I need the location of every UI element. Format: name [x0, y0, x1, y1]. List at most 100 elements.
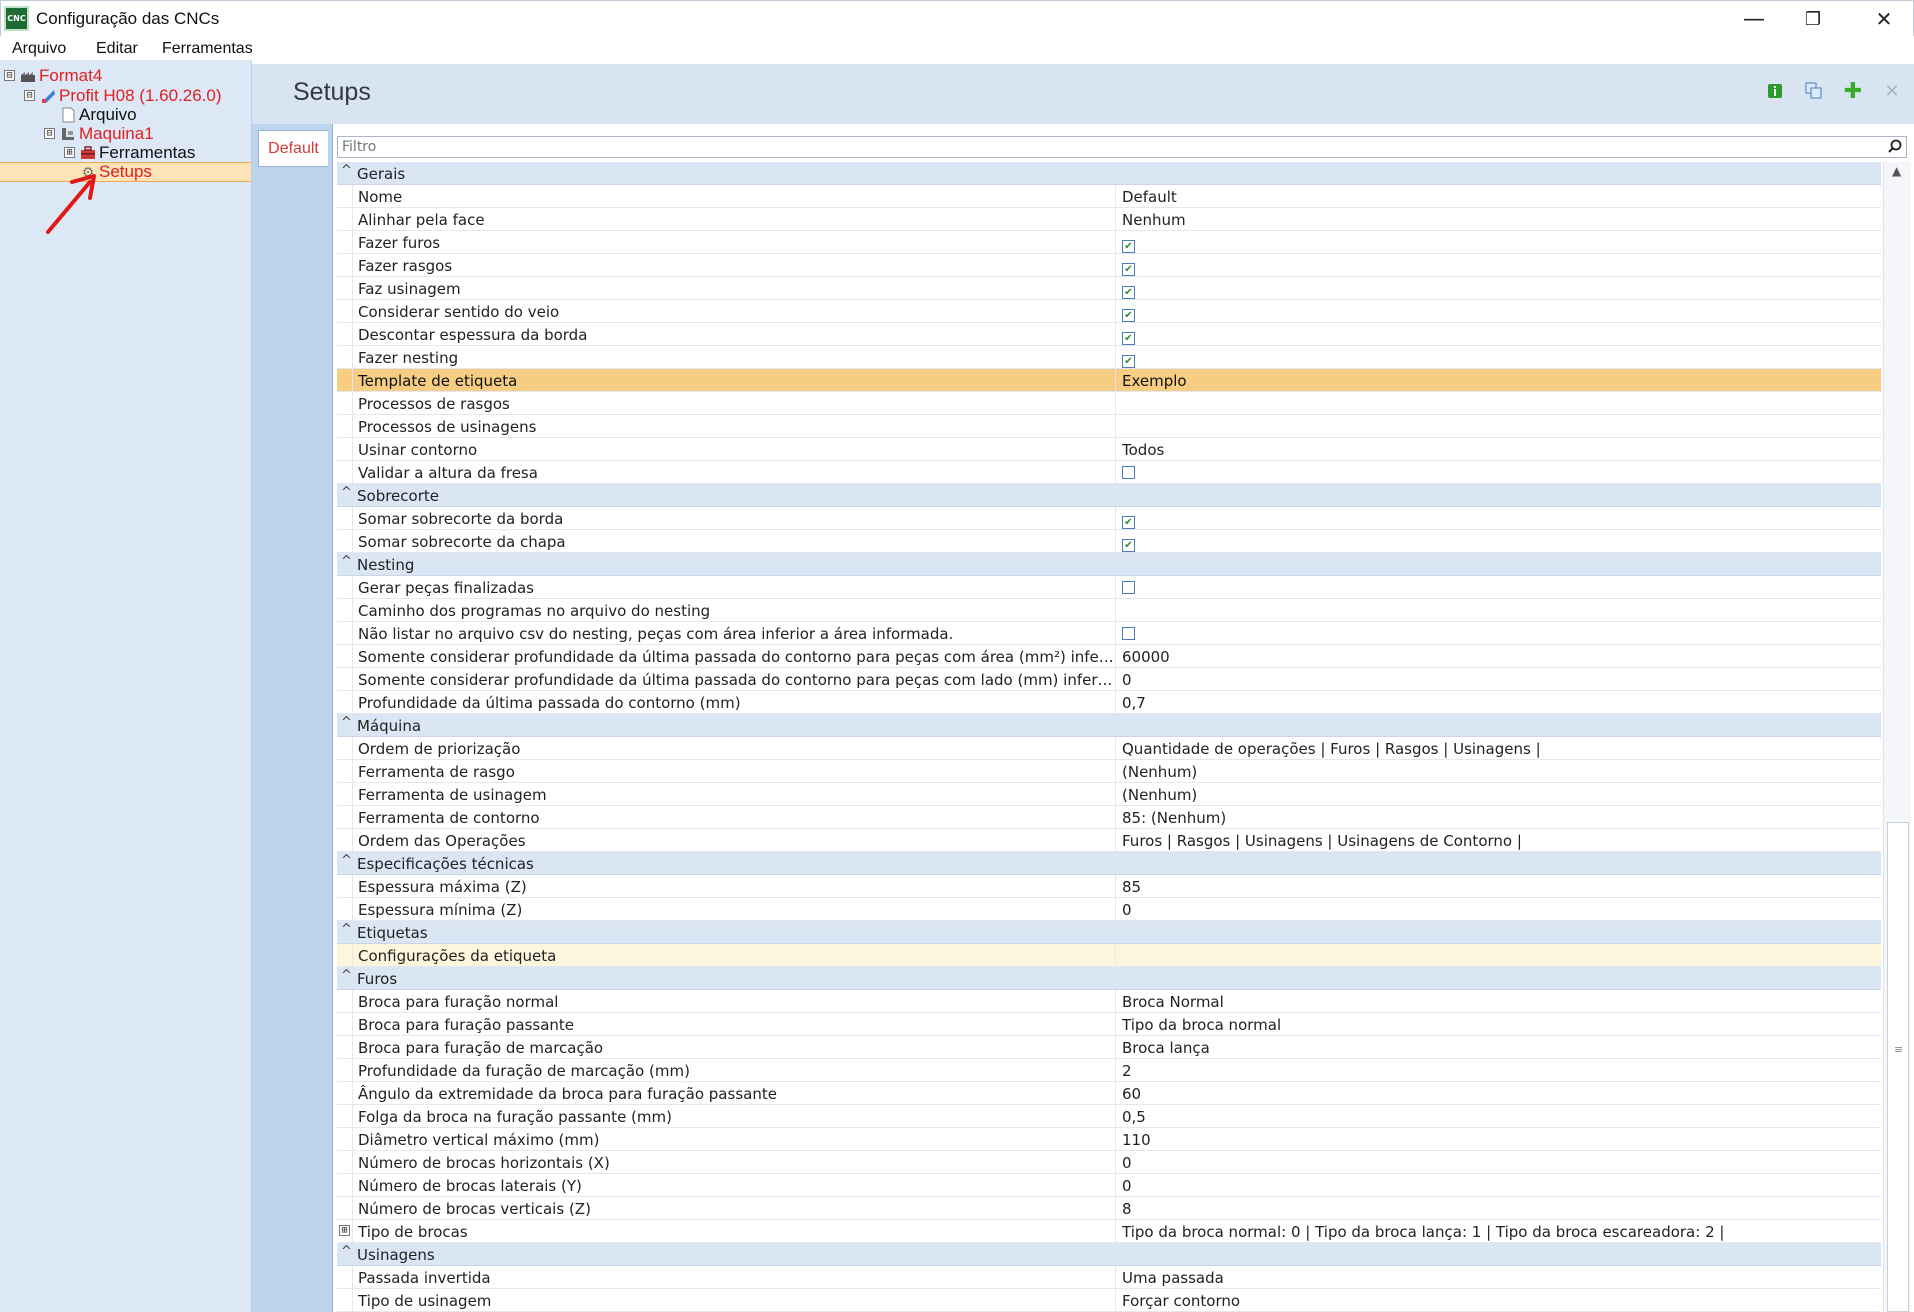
scroll-up-icon[interactable]: ▲: [1892, 164, 1901, 178]
property-row[interactable]: Broca para furação normal Broca Normal: [337, 990, 1881, 1013]
collapse-icon[interactable]: ^: [341, 485, 352, 500]
menu-ferramentas[interactable]: Ferramentas: [162, 40, 253, 58]
collapse-icon[interactable]: ^: [341, 853, 352, 868]
property-row[interactable]: Alinhar pela face Nenhum: [337, 208, 1881, 231]
property-row[interactable]: Número de brocas laterais (Y) 0: [337, 1174, 1881, 1197]
property-row[interactable]: Ferramenta de rasgo (Nenhum): [337, 760, 1881, 783]
property-value[interactable]: Nenhum: [1115, 208, 1881, 230]
property-value[interactable]: ✔: [1115, 231, 1881, 253]
checkbox-checked-icon[interactable]: ✔: [1122, 263, 1135, 276]
property-row[interactable]: Broca para furação passante Tipo da broca…: [337, 1013, 1881, 1036]
tree-node-ferramentas[interactable]: ⊞ Ferramentas: [64, 143, 195, 162]
property-row[interactable]: Fazer rasgos ✔: [337, 254, 1881, 277]
property-value[interactable]: ✔: [1115, 254, 1881, 276]
property-value[interactable]: (Nenhum): [1115, 783, 1881, 805]
property-value[interactable]: 60000: [1115, 645, 1881, 667]
checkbox-unchecked-icon[interactable]: [1122, 627, 1135, 640]
tree-node-profit[interactable]: ⊟ Profit H08 (1.60.26.0): [24, 86, 222, 105]
property-value[interactable]: Exemplo: [1115, 369, 1881, 391]
category-row[interactable]: ^ Gerais: [337, 162, 1881, 185]
property-value[interactable]: Forçar contorno: [1115, 1289, 1881, 1311]
checkbox-checked-icon[interactable]: ✔: [1122, 286, 1135, 299]
property-value[interactable]: 0: [1115, 668, 1881, 690]
property-row[interactable]: Broca para furação de marcação Broca lanç…: [337, 1036, 1881, 1059]
property-row[interactable]: Ferramenta de contorno 85: (Nenhum): [337, 806, 1881, 829]
property-value[interactable]: [1115, 461, 1881, 483]
collapse-icon[interactable]: ^: [341, 554, 352, 569]
menu-arquivo[interactable]: Arquivo: [12, 40, 66, 58]
property-value[interactable]: 0,7: [1115, 691, 1881, 713]
property-row[interactable]: Validar a altura da fresa: [337, 461, 1881, 484]
collapse-icon[interactable]: ⊟: [4, 70, 15, 81]
property-row[interactable]: Descontar espessura da borda ✔: [337, 323, 1881, 346]
checkbox-checked-icon[interactable]: ✔: [1122, 332, 1135, 345]
property-value[interactable]: 0: [1115, 1151, 1881, 1173]
property-row[interactable]: Espessura mínima (Z) 0: [337, 898, 1881, 921]
property-value[interactable]: 0: [1115, 898, 1881, 920]
property-value[interactable]: [1115, 415, 1881, 437]
property-value[interactable]: ✔: [1115, 346, 1881, 368]
collapse-icon[interactable]: ^: [341, 922, 352, 937]
category-row[interactable]: ^ Nesting: [337, 553, 1881, 576]
property-row[interactable]: Somente considerar profundidade da últim…: [337, 668, 1881, 691]
tree-node-maquina1[interactable]: ⊟ Maquina1: [44, 124, 154, 143]
property-row[interactable]: Ordem das Operações Furos | Rasgos | Usin…: [337, 829, 1881, 852]
property-value[interactable]: ✔: [1115, 300, 1881, 322]
collapse-icon[interactable]: ^: [341, 1244, 352, 1259]
property-value[interactable]: 85: [1115, 875, 1881, 897]
property-row[interactable]: Número de brocas horizontais (X) 0: [337, 1151, 1881, 1174]
expand-icon[interactable]: ⊞: [64, 147, 75, 158]
category-row[interactable]: ^ Máquina: [337, 714, 1881, 737]
property-row[interactable]: Folga da broca na furação passante (mm) 0…: [337, 1105, 1881, 1128]
collapse-icon[interactable]: ^: [341, 163, 352, 178]
collapse-icon[interactable]: ⊟: [24, 90, 35, 101]
collapse-icon[interactable]: ⊟: [44, 128, 55, 139]
property-row[interactable]: Profundidade da última passada do contor…: [337, 691, 1881, 714]
property-row[interactable]: Fazer furos ✔: [337, 231, 1881, 254]
checkbox-checked-icon[interactable]: ✔: [1122, 516, 1135, 529]
property-value[interactable]: 60: [1115, 1082, 1881, 1104]
tree-node-setups[interactable]: ⚙ Setups: [0, 162, 251, 182]
property-row[interactable]: Faz usinagem ✔: [337, 277, 1881, 300]
property-row[interactable]: Fazer nesting ✔: [337, 346, 1881, 369]
property-value[interactable]: [1115, 392, 1881, 414]
menu-editar[interactable]: Editar: [96, 40, 138, 58]
property-value[interactable]: ✔: [1115, 507, 1881, 529]
tree-node-format4[interactable]: ⊟ Format4: [4, 66, 102, 85]
info-icon[interactable]: [1766, 82, 1784, 100]
property-row[interactable]: Número de brocas verticais (Z) 8: [337, 1197, 1881, 1220]
scrollbar-thumb[interactable]: ≡: [1887, 822, 1909, 1312]
category-row[interactable]: ^ Especificações técnicas: [337, 852, 1881, 875]
property-row[interactable]: Template de etiqueta Exemplo: [337, 369, 1881, 392]
property-value[interactable]: ✔: [1115, 323, 1881, 345]
checkbox-checked-icon[interactable]: ✔: [1122, 539, 1135, 552]
property-row[interactable]: Espessura máxima (Z) 85: [337, 875, 1881, 898]
property-row[interactable]: Profundidade da furação de marcação (mm)…: [337, 1059, 1881, 1082]
minimize-button[interactable]: —: [1724, 1, 1784, 37]
property-row[interactable]: Diâmetro vertical máximo (mm) 110: [337, 1128, 1881, 1151]
property-value[interactable]: [1115, 599, 1881, 621]
add-icon[interactable]: ✚: [1844, 79, 1862, 104]
property-value[interactable]: [1115, 944, 1881, 966]
property-value[interactable]: Tipo da broca normal: [1115, 1013, 1881, 1035]
tree-node-arquivo[interactable]: Arquivo: [60, 105, 137, 124]
collapse-icon[interactable]: ^: [341, 715, 352, 730]
property-row[interactable]: Somar sobrecorte da borda ✔: [337, 507, 1881, 530]
property-value[interactable]: Uma passada: [1115, 1266, 1881, 1288]
vertical-scrollbar[interactable]: ▲ ≡: [1883, 162, 1911, 1312]
category-row[interactable]: ^ Etiquetas: [337, 921, 1881, 944]
property-value[interactable]: Todos: [1115, 438, 1881, 460]
property-row[interactable]: Configurações da etiqueta: [337, 944, 1881, 967]
property-value[interactable]: Default: [1115, 185, 1881, 207]
property-row[interactable]: Passada invertida Uma passada: [337, 1266, 1881, 1289]
property-row[interactable]: Nome Default: [337, 185, 1881, 208]
property-value[interactable]: [1115, 576, 1881, 598]
category-row[interactable]: ^ Usinagens: [337, 1243, 1881, 1266]
copy-icon[interactable]: [1805, 82, 1823, 100]
property-row[interactable]: Caminho dos programas no arquivo do nest…: [337, 599, 1881, 622]
property-row[interactable]: Considerar sentido do veio ✔: [337, 300, 1881, 323]
property-value[interactable]: 110: [1115, 1128, 1881, 1150]
property-row[interactable]: Ferramenta de usinagem (Nenhum): [337, 783, 1881, 806]
property-value[interactable]: 8: [1115, 1197, 1881, 1219]
property-value[interactable]: 0,5: [1115, 1105, 1881, 1127]
